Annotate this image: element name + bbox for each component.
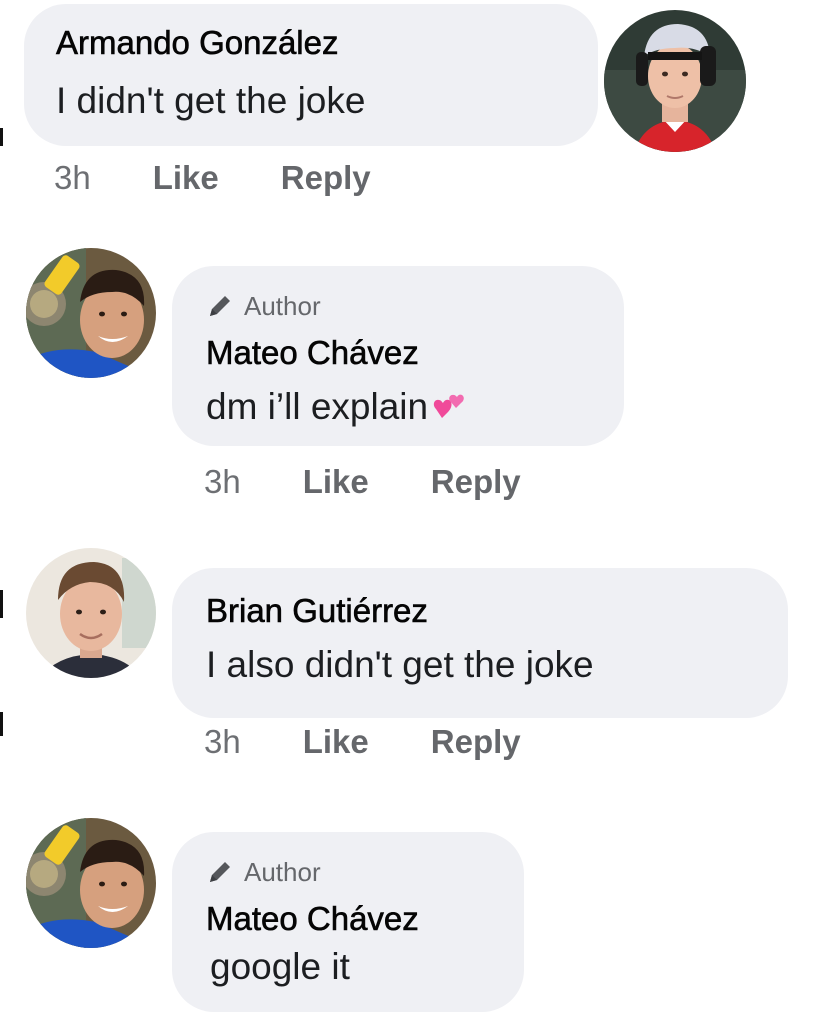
commenter-name[interactable]: Brian Gutiérrez <box>206 592 429 630</box>
avatar-armando-icon <box>604 10 746 152</box>
timestamp: 3h <box>54 159 91 196</box>
pencil-icon <box>210 862 230 882</box>
comment-text: I didn't get the joke <box>56 80 366 121</box>
author-badge: Author <box>204 290 321 322</box>
edge-mark <box>0 590 3 618</box>
reply-button[interactable]: Reply <box>431 463 521 501</box>
like-button[interactable]: Like <box>303 723 369 761</box>
timestamp: 3h <box>204 723 241 760</box>
edge-mark <box>0 128 3 146</box>
comment-text-content: dm i’ll explain <box>206 386 429 427</box>
like-button[interactable]: Like <box>303 463 369 501</box>
avatar-mateo-icon <box>26 248 156 378</box>
avatar-armando[interactable] <box>604 10 746 152</box>
pencil-icon <box>210 296 230 316</box>
reply-button[interactable]: Reply <box>431 723 521 761</box>
comment-text: dm i’ll explain <box>206 386 468 428</box>
author-label: Author <box>244 290 321 321</box>
comment-actions: 3h Like Reply <box>54 158 433 198</box>
avatar-brian-icon <box>26 548 156 678</box>
author-label: Author <box>244 856 321 887</box>
comment-text: I also didn't get the joke <box>206 644 594 685</box>
avatar-brian[interactable] <box>26 548 156 678</box>
two-hearts-icon <box>433 394 464 418</box>
comment-bubble <box>172 568 788 718</box>
avatar-mateo-icon <box>26 818 156 948</box>
timestamp: 3h <box>204 463 241 500</box>
edge-mark <box>0 712 3 736</box>
like-button[interactable]: Like <box>153 159 219 197</box>
avatar-mateo[interactable] <box>26 818 156 948</box>
avatar-mateo[interactable] <box>26 248 156 378</box>
commenter-name[interactable]: Armando González <box>56 24 339 62</box>
comment-text: google it <box>210 946 350 987</box>
comment-actions: 3h Like Reply <box>204 722 583 762</box>
reply-button[interactable]: Reply <box>281 159 371 197</box>
commenter-name[interactable]: Mateo Chávez <box>206 900 419 938</box>
commenter-name[interactable]: Mateo Chávez <box>206 334 419 372</box>
comment-actions: 3h Like Reply <box>204 462 583 502</box>
author-badge: Author <box>204 856 321 888</box>
